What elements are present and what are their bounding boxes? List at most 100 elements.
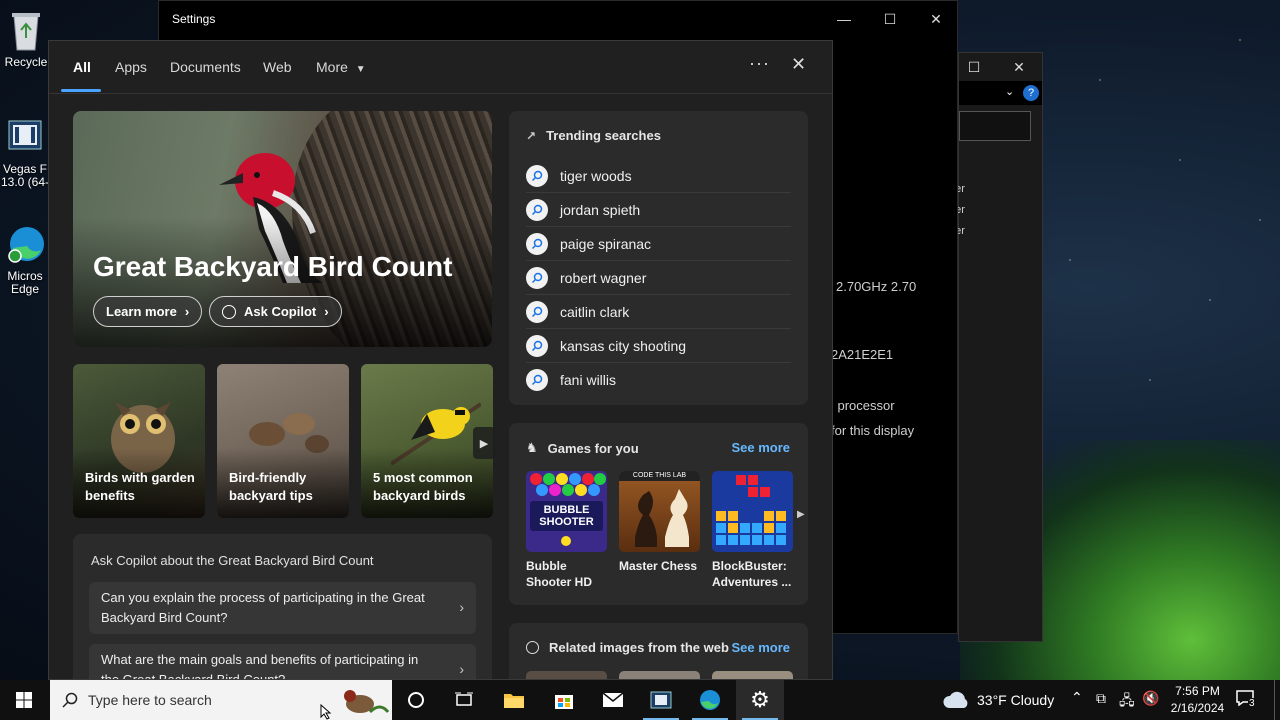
edge-icon [8,227,44,263]
tab-more[interactable]: More ▼ [316,59,366,75]
cortana-icon [408,692,424,708]
trending-item[interactable]: fani willis [526,363,791,397]
search-icon [526,300,548,323]
related-image[interactable] [619,671,700,679]
carousel-next-button[interactable]: ▶ [473,427,495,459]
maximize-icon[interactable]: ☐ [959,53,989,81]
trending-item-label: fani willis [560,372,617,388]
trending-up-icon: ↗ [526,128,537,143]
game-tile[interactable]: BlockBuster: Adventures ... [712,471,793,590]
games-see-more-link[interactable]: See more [731,440,790,455]
desktop-icon-recycle-bin[interactable]: Recycle [0,8,52,69]
clock[interactable]: 7:56 PM 2/16/2024 [1170,684,1225,715]
desktop-icon-label: Recycle [4,55,48,69]
action-center-button[interactable]: 3 [1236,690,1260,710]
vegas-taskbar-button[interactable] [637,680,685,720]
topic-card-label: 5 most common backyard birds [373,470,473,503]
chevron-up-icon[interactable]: ⌃ [1071,689,1083,706]
master-chess-thumbnail: CODE THIS LAB [619,471,700,552]
trending-item[interactable]: robert wagner [526,261,791,295]
settings-text: 2.70GHz 2.70 [836,279,917,294]
volume-muted-icon[interactable]: 🔇 [1142,690,1159,707]
trending-heading-label: Trending searches [546,128,661,143]
file-explorer-button[interactable] [490,680,538,720]
desktop-icon-vegas[interactable]: Vegas F 13.0 (64- [0,115,50,189]
game-tile[interactable]: CODE THIS LAB Master Chess [619,471,700,574]
game-tile[interactable]: BUBBLE SHOOTER Bubble Shooter HD [526,471,607,590]
caret-right-icon: ▶ [479,437,489,450]
trending-item[interactable]: tiger woods [526,159,791,193]
explorer-window[interactable]: ☐ ✕ ⌄ ? der der der [949,52,1043,642]
game-title: Bubble Shooter HD [526,559,592,589]
hero-card[interactable]: Great Backyard Bird Count Learn more › A… [73,111,492,347]
trending-item-label: caitlin clark [560,303,630,320]
learn-more-button[interactable]: Learn more › [93,296,203,327]
ask-copilot-button[interactable]: Ask Copilot › [209,296,342,327]
ask-copilot-label: Ask Copilot [244,304,317,319]
search-icon [526,164,548,187]
chess-pieces-art [635,489,689,547]
topic-card[interactable]: Birds with garden benefits [73,364,205,518]
minimize-icon[interactable]: — [821,5,867,33]
help-icon[interactable]: ? [1023,85,1039,101]
tab-apps[interactable]: Apps [115,59,147,75]
related-image[interactable] [526,671,607,679]
trending-item-label: robert wagner [560,269,647,286]
store-button[interactable] [540,680,588,720]
maximize-icon[interactable]: ☐ [867,5,913,33]
settings-text: l processor [831,398,895,413]
task-view-button[interactable] [440,680,488,720]
copilot-question[interactable]: Can you explain the process of participa… [89,582,476,634]
close-icon[interactable]: ✕ [999,53,1039,81]
settings-taskbar-button[interactable]: ⚙ [736,680,784,720]
search-icon [62,692,78,708]
desktop-icon-edge[interactable]: Micros Edge [0,222,50,296]
show-desktop-button[interactable] [1274,680,1275,720]
games-heading: ♞ Games for you [526,440,639,456]
weather-text[interactable]: 33°F Cloudy [977,692,1054,708]
game-title: BlockBuster: Adventures ... [712,559,792,589]
copilot-question[interactable]: What are the main goals and benefits of … [89,644,476,679]
folder-icon [504,694,524,708]
desktop-icon-label: Micros Edge [7,269,43,296]
cloud-icon[interactable] [942,690,970,710]
task-view-icon [455,692,473,706]
topic-card[interactable]: Bird-friendly backyard tips [217,364,349,518]
settings-text: for this display [831,423,915,438]
trending-item[interactable]: paige spiranac [526,227,791,261]
tab-more-label: More [316,59,348,75]
windows-logo-icon [16,692,32,708]
start-button[interactable] [0,680,48,720]
cortana-button[interactable] [392,680,440,720]
network-icon[interactable]: 🖧 [1119,690,1135,714]
caret-right-icon[interactable]: ▶ [797,509,805,520]
meet-now-icon[interactable]: ⧉ [1096,690,1106,707]
chat-icon [222,304,236,319]
ellipsis-icon[interactable]: ··· [749,53,770,74]
chevron-right-icon: › [184,304,190,319]
vegas-icon [8,120,42,150]
games-card: ♞ Games for you See more BUBBLE SHOOTER … [509,423,808,605]
close-icon[interactable]: ✕ [791,54,806,75]
store-icon [555,695,573,709]
copilot-questions: Ask Copilot about the Great Backyard Bir… [73,534,492,679]
tab-all[interactable]: All [73,59,91,75]
search-icon [526,232,548,255]
mail-button[interactable] [589,680,637,720]
related-image[interactable] [712,671,793,679]
caret-down-icon: ▼ [355,64,366,75]
tab-web[interactable]: Web [263,59,292,75]
chevron-down-icon[interactable]: ⌄ [1005,85,1014,98]
taskbar-search-box[interactable]: Type here to search [50,680,392,720]
trending-item[interactable]: kansas city shooting [526,329,791,363]
tab-documents[interactable]: Documents [170,59,241,75]
explorer-address-bar[interactable] [959,111,1031,141]
related-see-more-link[interactable]: See more [731,640,790,655]
blockbuster-thumbnail [712,471,793,552]
hero-title[interactable]: Great Backyard Bird Count [93,251,452,283]
trending-item[interactable]: caitlin clark [526,295,791,329]
edge-taskbar-button[interactable] [686,680,734,720]
topic-card-label: Bird-friendly backyard tips [229,470,313,503]
trending-item[interactable]: jordan spieth [526,193,791,227]
close-icon[interactable]: ✕ [913,5,959,33]
